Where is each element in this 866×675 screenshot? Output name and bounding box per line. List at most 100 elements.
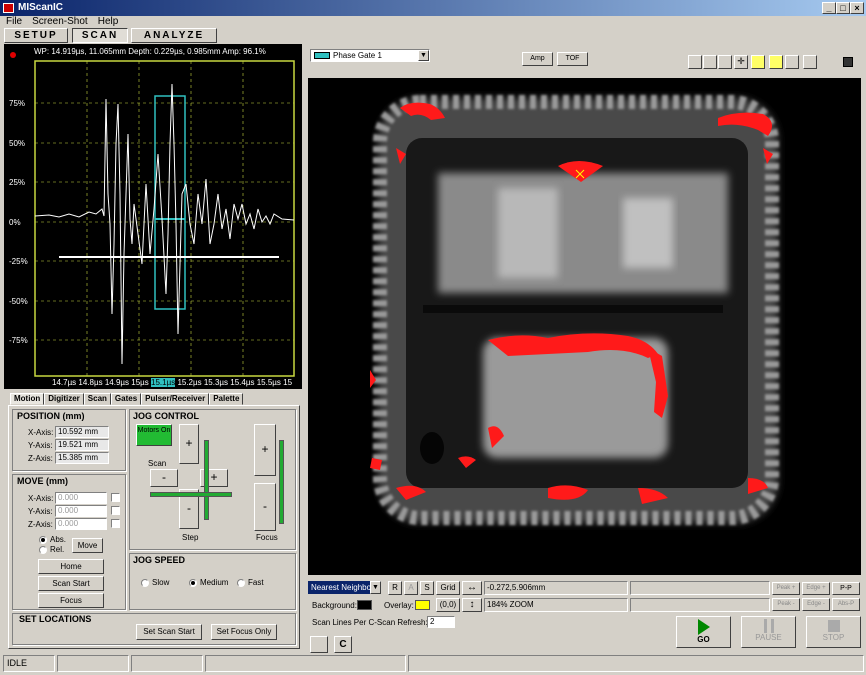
page-icon[interactable] (688, 55, 702, 69)
x-tick: 15.3µs (203, 378, 229, 387)
move-x-input[interactable]: 0.000 (55, 492, 107, 504)
x-tick: 15µs (131, 378, 149, 387)
origin-button[interactable]: (0,0) (436, 598, 460, 612)
focus-button[interactable]: Focus (38, 593, 104, 608)
set-locations-title: SET LOCATIONS (19, 614, 92, 624)
pause-label: PAUSE (755, 633, 782, 642)
go-button[interactable]: GO (676, 616, 731, 648)
y-tick: 0% (9, 218, 21, 227)
pp-button[interactable]: P-P (832, 582, 860, 595)
slow-radio[interactable] (141, 579, 149, 587)
home-button[interactable]: Home (38, 559, 104, 574)
gate-select[interactable]: Phase Gate 1 ▼ (310, 49, 430, 62)
motors-on-button[interactable]: Motors On (136, 424, 172, 446)
grid-button[interactable]: Grid (436, 581, 460, 595)
scan-minus-button[interactable]: - (150, 469, 178, 487)
move-z-input[interactable]: 0.000 (55, 518, 107, 530)
maximize-button[interactable]: □ (836, 2, 850, 14)
focus-slider[interactable] (279, 440, 284, 524)
medium-radio[interactable] (189, 579, 197, 587)
close-button[interactable]: × (850, 2, 864, 14)
hand-icon[interactable] (803, 55, 817, 69)
tab-motion[interactable]: Motion (10, 393, 45, 405)
rel-radio[interactable] (39, 546, 47, 554)
scan-start-button[interactable]: Scan Start (38, 576, 104, 591)
x-tick: 15.1µs (151, 378, 176, 387)
a-button[interactable]: A (404, 581, 418, 595)
x-tick: 14.9µs (104, 378, 130, 387)
chevron-down-icon[interactable]: ▼ (370, 581, 381, 594)
stop-button[interactable]: STOP (806, 616, 861, 648)
scan-slider[interactable] (150, 492, 232, 497)
chevron-down-icon[interactable]: ▼ (418, 50, 429, 61)
move-x-label: X-Axis: (28, 494, 54, 503)
horizontal-measure-icon[interactable]: ↔ (462, 581, 482, 595)
y-tick: -25% (9, 257, 28, 266)
medium-label: Medium (200, 578, 229, 587)
minimize-button[interactable]: _ (822, 2, 836, 14)
z-axis-label: Z-Axis: (28, 454, 53, 463)
clear-icon[interactable]: C (334, 636, 352, 653)
tab-palette[interactable]: Palette (209, 393, 244, 405)
scan-button[interactable]: SCAN (72, 28, 128, 43)
r-button[interactable]: R (388, 581, 402, 595)
pause-icon (763, 619, 774, 633)
save-icon[interactable] (843, 57, 853, 67)
tab-gates[interactable]: Gates (110, 393, 142, 405)
setup-button[interactable]: SETUP (4, 28, 68, 43)
tof-button[interactable]: TOF (557, 52, 588, 66)
edge-plus-button[interactable]: Edge + (802, 582, 830, 595)
menu-screenshot[interactable]: Screen-Shot (32, 16, 88, 27)
move-button[interactable]: Move (72, 538, 103, 553)
peak-minus-button[interactable]: Peak - (772, 598, 800, 611)
menu-help[interactable]: Help (98, 16, 119, 27)
overlay-color-swatch[interactable] (415, 600, 430, 610)
play-icon (697, 619, 710, 635)
settings-tabs: Motion Digitizer Scan Gates Pulser/Receiver P… (10, 393, 244, 405)
abs-radio[interactable] (39, 536, 47, 544)
y-position-field: 19.521 mm (55, 439, 109, 451)
abs-p-button[interactable]: Abs-P (832, 598, 860, 611)
measure-icon[interactable] (751, 55, 765, 69)
y-tick: 50% (9, 139, 26, 148)
move-y-checkbox[interactable] (111, 506, 120, 515)
scan-lines-input[interactable]: 2 (427, 616, 455, 628)
move-z-checkbox[interactable] (111, 519, 120, 528)
c-scan-image[interactable] (308, 78, 861, 575)
amp-button[interactable]: Amp (522, 52, 553, 66)
zoom-readout: 184% ZOOM (484, 598, 628, 612)
set-scan-start-button[interactable]: Set Scan Start (136, 624, 202, 640)
background-color-swatch[interactable] (357, 600, 372, 610)
position-title: POSITION (mm) (17, 411, 85, 421)
edge-minus-button[interactable]: Edge - (802, 598, 830, 611)
analyze-button[interactable]: ANALYZE (131, 28, 217, 43)
set-focus-only-button[interactable]: Set Focus Only (211, 624, 277, 640)
move-x-checkbox[interactable] (111, 493, 120, 502)
area-icon[interactable] (769, 55, 783, 69)
tab-digitizer[interactable]: Digitizer (44, 393, 84, 405)
x-tick: 15.4µs (230, 378, 255, 387)
pause-button[interactable]: PAUSE (741, 616, 796, 648)
vertical-measure-icon[interactable]: ↕ (462, 598, 482, 612)
tab-pulser-receiver[interactable]: Pulser/Receiver (141, 393, 210, 405)
focus-plus-button[interactable]: + (254, 424, 276, 476)
focus-minus-button[interactable]: - (254, 483, 276, 531)
step-slider[interactable] (204, 440, 209, 520)
info-field-2 (630, 598, 770, 612)
crosshair-icon[interactable]: ✛ (734, 55, 748, 69)
move-y-input[interactable]: 0.000 (55, 505, 107, 517)
grid-icon[interactable] (785, 55, 799, 69)
waveform-display[interactable]: WP: 14.919µs, 11.065mm Depth: 0.229µs, 0… (4, 44, 302, 389)
s-button[interactable]: S (420, 581, 434, 595)
peak-plus-button[interactable]: Peak + (772, 582, 800, 595)
step-plus-button[interactable]: + (179, 424, 199, 464)
menu-file[interactable]: File (6, 16, 22, 27)
overlay-label: Overlay: (384, 601, 414, 610)
layout-icon[interactable] (310, 636, 328, 653)
coordinate-readout: -0.272,5.906mm (484, 581, 628, 595)
scan-lines-label: Scan Lines Per C-Scan Refresh: (312, 618, 428, 627)
zoom-region-icon[interactable] (703, 55, 717, 69)
fast-radio[interactable] (237, 579, 245, 587)
zoom-icon[interactable] (718, 55, 732, 69)
tab-scan[interactable]: Scan (83, 393, 111, 405)
